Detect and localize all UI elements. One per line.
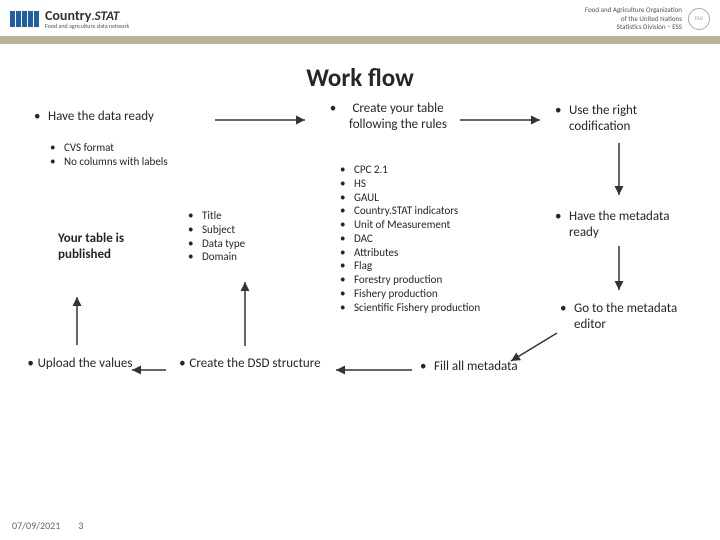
step-codification: •Use the right codification bbox=[555, 103, 695, 136]
dsd-subject: Subject bbox=[202, 223, 235, 237]
rule-1: HS bbox=[354, 177, 366, 191]
step-published: Your table is published bbox=[58, 231, 148, 264]
create-table-label: Create your table following the rules bbox=[340, 101, 456, 134]
dsd-domain: Domain bbox=[202, 250, 237, 264]
arrow-up-1-icon bbox=[238, 276, 252, 359]
slide-header: Country.STAT Food and agriculture data n… bbox=[0, 0, 720, 34]
arrow-right-2-icon bbox=[460, 113, 550, 132]
sub-cvs: CVS format bbox=[64, 141, 114, 155]
arrow-down-2-icon bbox=[612, 246, 626, 303]
goto-editor-label: Go to the metadata editor bbox=[574, 301, 690, 334]
dsd-items: •Title •Subject •Data type •Domain bbox=[188, 209, 308, 264]
arrow-up-2-icon bbox=[70, 291, 84, 358]
rule-4: Unit of Measurement bbox=[354, 218, 450, 232]
rule-0: CPC 2.1 bbox=[354, 163, 388, 177]
have-data-sublist: •CVS format •No columns with labels bbox=[50, 141, 200, 169]
step-goto-editor: •Go to the metadata editor bbox=[560, 301, 690, 334]
logo-bars-icon bbox=[10, 11, 39, 27]
step-create-table: •Create your table following the rules bbox=[326, 101, 456, 134]
upload-label: Upload the values bbox=[38, 356, 133, 372]
footer-page: 3 bbox=[78, 519, 83, 532]
footer-date: 07/09/2021 bbox=[12, 519, 60, 532]
rule-9: Fishery production bbox=[354, 287, 438, 301]
fao-emblem-icon: FAO bbox=[688, 8, 710, 30]
rules-items: •CPC 2.1 •HS •GAUL •Country.STAT indicat… bbox=[340, 163, 520, 314]
codification-label: Use the right codification bbox=[569, 103, 695, 136]
dsd-label: Create the DSD structure bbox=[189, 356, 320, 372]
step-have-data: •Have the data ready bbox=[34, 109, 214, 125]
published-label: Your table is published bbox=[58, 231, 124, 262]
slide-footer: 07/09/2021 3 bbox=[12, 519, 83, 532]
rule-10: Scientific Fishery production bbox=[354, 301, 480, 315]
rule-6: Attributes bbox=[354, 246, 398, 260]
arrow-down-1-icon bbox=[612, 143, 626, 208]
step-metadata-ready: •Have the metadata ready bbox=[555, 209, 695, 242]
workflow-canvas: •Have the data ready •CVS format •No col… bbox=[0, 101, 720, 531]
rule-8: Forestry production bbox=[354, 273, 442, 287]
arrow-left-1-icon bbox=[330, 363, 420, 382]
logo-right: Food and Agriculture Organization of the… bbox=[585, 6, 710, 31]
have-data-label: Have the data ready bbox=[48, 109, 154, 125]
org-line3: Statistics Division – ESS bbox=[585, 23, 682, 31]
rule-5: DAC bbox=[354, 232, 373, 246]
metadata-ready-label: Have the metadata ready bbox=[569, 209, 695, 242]
arrow-diag-left-icon bbox=[505, 329, 565, 374]
arrow-right-1-icon bbox=[215, 113, 315, 132]
step-upload: •Upload the values bbox=[18, 356, 138, 372]
sub-nocols: No columns with labels bbox=[64, 155, 168, 169]
rule-2: GAUL bbox=[354, 191, 379, 205]
header-rule bbox=[0, 36, 720, 44]
arrow-left-2-icon bbox=[126, 363, 174, 382]
rule-3: Country.STAT indicators bbox=[354, 204, 458, 218]
dsd-datatype: Data type bbox=[202, 237, 245, 251]
brand-tagline: Food and agriculture data network bbox=[45, 23, 129, 29]
dsd-title: Title bbox=[202, 209, 222, 223]
page-title: Work flow bbox=[0, 62, 720, 93]
logo-left: Country.STAT Food and agriculture data n… bbox=[10, 9, 129, 29]
brand-text: Country.STAT Food and agriculture data n… bbox=[45, 9, 129, 29]
rule-7: Flag bbox=[354, 259, 372, 273]
